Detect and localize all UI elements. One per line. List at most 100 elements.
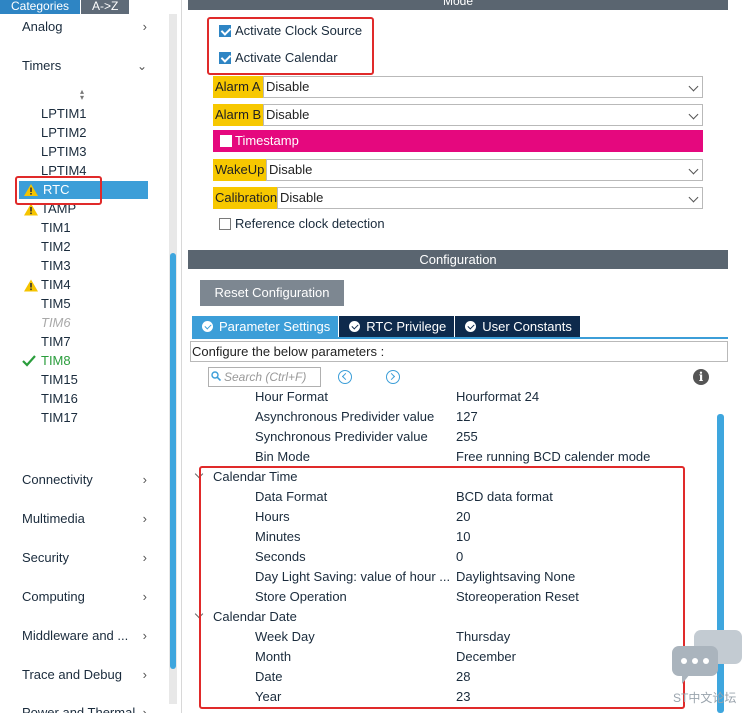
tab-label: Parameter Settings (219, 319, 331, 334)
calibration-select[interactable]: Disable (277, 187, 703, 209)
configuration-tabs: Parameter Settings RTC Privilege User Co… (192, 316, 581, 338)
param-value[interactable]: 28 (456, 667, 470, 687)
mode-panel-header: Mode (188, 0, 728, 10)
param-row[interactable]: Synchronous Predivider value 255 (190, 427, 710, 447)
timer-item-tim1[interactable]: TIM1 (41, 219, 71, 237)
category-multimedia[interactable]: Multimedia › (22, 509, 147, 529)
category-trace-and-debug[interactable]: Trace and Debug › (22, 665, 147, 685)
param-row[interactable]: Minutes 10 (190, 527, 710, 547)
timer-item-tim5[interactable]: TIM5 (41, 295, 71, 313)
tab-label: User Constants (482, 319, 572, 334)
param-row[interactable]: Week Day Thursday (190, 627, 710, 647)
param-row[interactable]: Seconds 0 (190, 547, 710, 567)
timer-item-label: RTC (43, 182, 70, 197)
category-connectivity[interactable]: Connectivity › (22, 470, 147, 490)
param-key: Day Light Saving: value of hour ... (255, 569, 451, 584)
category-middleware[interactable]: Middleware and ... › (22, 626, 147, 646)
tab-a-to-z[interactable]: A->Z (81, 0, 130, 14)
timer-item-tamp[interactable]: TAMP (41, 200, 76, 218)
checkbox-unchecked-icon[interactable] (219, 218, 231, 230)
param-row[interactable]: Asynchronous Predivider value 127 (190, 407, 710, 427)
next-result-button[interactable] (386, 370, 400, 384)
tab-parameter-settings[interactable]: Parameter Settings (192, 316, 339, 338)
param-value[interactable]: BCD data format (456, 487, 553, 507)
category-label: Multimedia (22, 511, 85, 526)
category-security[interactable]: Security › (22, 548, 147, 568)
select-value: Disable (269, 162, 313, 177)
param-value[interactable]: Thursday (456, 627, 510, 647)
param-row[interactable]: Year 23 (190, 687, 710, 707)
timer-item-tim2[interactable]: TIM2 (41, 238, 71, 256)
param-value[interactable]: 23 (456, 687, 470, 707)
group-title: Calendar Time (213, 469, 298, 484)
checkbox-label: Activate Calendar (235, 50, 338, 65)
check-circle-icon (465, 321, 477, 332)
category-analog[interactable]: Analog › (22, 17, 147, 37)
sidebar-scrollbar-thumb[interactable] (170, 253, 176, 669)
param-row[interactable]: Month December (190, 647, 710, 667)
category-timers[interactable]: Timers ⌄ (22, 56, 147, 76)
wakeup-select[interactable]: Disable (266, 159, 703, 181)
param-key: Bin Mode (255, 449, 310, 464)
checkbox-label: Activate Clock Source (235, 23, 363, 38)
reset-configuration-button[interactable]: Reset Configuration (200, 280, 344, 306)
timer-item-lptim4[interactable]: LPTIM4 (41, 162, 87, 180)
checkbox-checked-icon[interactable] (219, 25, 231, 37)
param-row[interactable]: Data Format BCD data format (190, 487, 710, 507)
param-row[interactable]: Hour Format Hourformat 24 (190, 387, 710, 407)
param-key: Year (255, 689, 282, 704)
select-value: Disable (266, 107, 310, 122)
timestamp-checkbox[interactable]: Timestamp (213, 130, 703, 152)
param-value[interactable]: 20 (456, 507, 470, 527)
category-sidebar: Categories A->Z Analog › Timers ⌄ ▴ ▾ LPT… (0, 0, 182, 713)
warning-icon (24, 184, 38, 196)
info-icon[interactable]: i (693, 369, 709, 385)
timer-item-tim7[interactable]: TIM7 (41, 333, 71, 351)
timer-item-lptim3[interactable]: LPTIM3 (41, 143, 87, 161)
category-computing[interactable]: Computing › (22, 587, 147, 607)
param-key: Data Format (255, 489, 328, 504)
param-value[interactable]: Storeoperation Reset (456, 587, 579, 607)
warning-icon (24, 279, 38, 292)
chevron-right-icon: › (142, 19, 147, 34)
checkbox-checked-icon[interactable] (219, 52, 231, 64)
tab-user-constants[interactable]: User Constants (455, 316, 580, 338)
param-row[interactable]: Date 28 (190, 667, 710, 687)
param-row[interactable]: Store Operation Storeoperation Reset (190, 587, 710, 607)
timer-item-tim15[interactable]: TIM15 (41, 371, 78, 389)
param-value[interactable]: Daylightsaving None (456, 567, 575, 587)
param-value[interactable]: December (456, 647, 516, 667)
param-value[interactable]: 0 (456, 547, 463, 567)
tab-underline (192, 337, 728, 339)
timer-item-tim17[interactable]: TIM17 (41, 409, 78, 427)
timer-item-rtc[interactable]: RTC (19, 181, 148, 199)
param-value[interactable]: 127 (456, 407, 478, 427)
timer-item-tim4[interactable]: TIM4 (41, 276, 71, 294)
param-row[interactable]: Day Light Saving: value of hour ... Dayl… (190, 567, 710, 587)
calibration-label: Calibration (213, 187, 280, 209)
wakeup-label: WakeUp (213, 159, 267, 181)
timer-item-tim3[interactable]: TIM3 (41, 257, 71, 275)
category-power-and-thermal[interactable]: Power and Thermal › (22, 703, 147, 713)
timer-item-tim16[interactable]: TIM16 (41, 390, 78, 408)
search-input[interactable]: Search (Ctrl+F) (208, 367, 321, 387)
timer-item-lptim1[interactable]: LPTIM1 (41, 105, 87, 123)
alarm-b-select[interactable]: Disable (263, 104, 703, 126)
sort-arrows-icon[interactable]: ▴ ▾ (80, 88, 84, 102)
param-value[interactable]: Free running BCD calender mode (456, 447, 650, 467)
param-value[interactable]: Hourformat 24 (456, 387, 539, 407)
previous-result-button[interactable] (338, 370, 352, 384)
checkbox-unchecked-icon[interactable] (220, 135, 232, 147)
param-value[interactable]: 10 (456, 527, 470, 547)
chevron-right-icon: › (142, 550, 147, 565)
tab-label: RTC Privilege (366, 319, 447, 334)
timer-item-tim8[interactable]: TIM8 (41, 352, 71, 370)
param-value[interactable]: 255 (456, 427, 478, 447)
timer-item-lptim2[interactable]: LPTIM2 (41, 124, 87, 142)
tab-categories[interactable]: Categories (0, 0, 81, 14)
tab-rtc-privilege[interactable]: RTC Privilege (339, 316, 455, 338)
param-row[interactable]: Bin Mode Free running BCD calender mode (190, 447, 710, 467)
category-label: Trace and Debug (22, 667, 122, 682)
param-row[interactable]: Hours 20 (190, 507, 710, 527)
alarm-a-select[interactable]: Disable (263, 76, 703, 98)
